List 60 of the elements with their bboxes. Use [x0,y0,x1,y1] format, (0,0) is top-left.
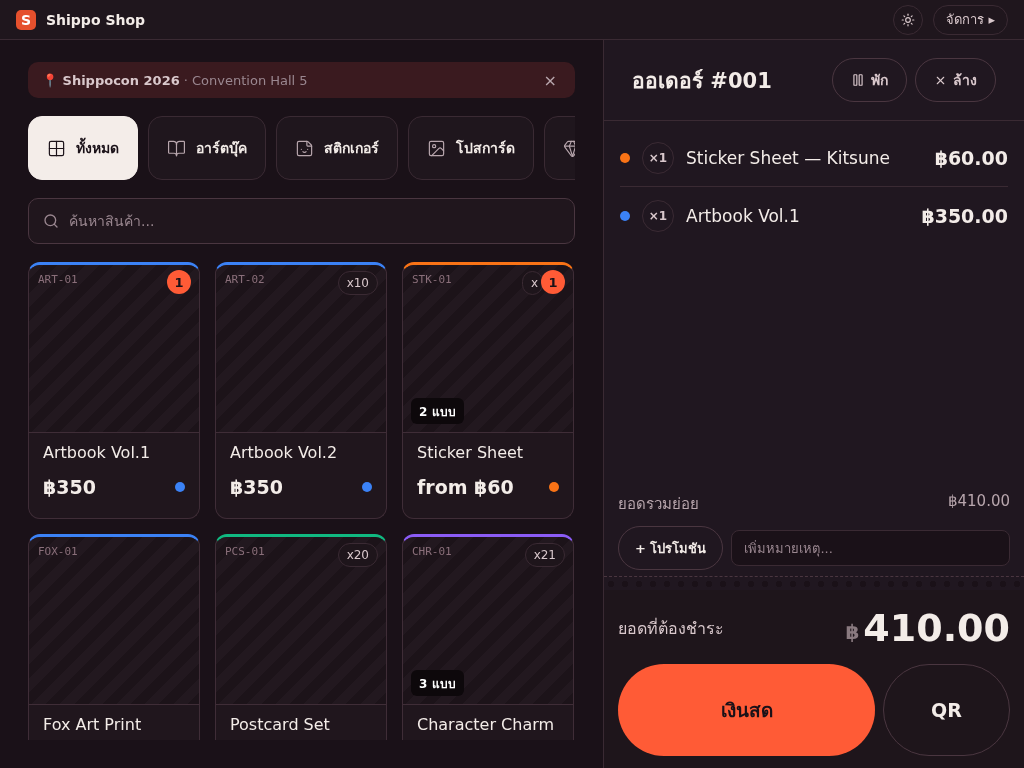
pause-icon [851,73,865,87]
stock-badge: x10 [337,271,378,295]
search-field[interactable]: ค้นหาสินค้า... [28,198,575,244]
product-code: ART-02 [225,273,265,286]
product-card[interactable]: PCS-01 x20 Postcard Set [215,534,387,740]
product-name: Character Charm [417,715,556,734]
search-icon [43,213,59,229]
theme-button[interactable] [893,4,924,35]
product-code: ART-01 [38,273,78,286]
product-code: FOX-01 [38,545,78,558]
category-tab[interactable]: อาร์ตบุ๊ค [148,116,266,180]
product-price: ฿350 [43,476,96,498]
category-tab[interactable]: สติกเกอร์ [276,116,398,180]
product-card[interactable]: ART-02 x10 Artbook Vol.2 ฿350 [215,262,387,519]
stock-badge: x [521,271,543,295]
product-code: CHR-01 [412,545,452,558]
book-icon [167,138,186,158]
subtotal-value: ฿410.00 [947,492,1010,512]
image-icon [427,138,446,158]
cart-count-badge: 1 [541,270,565,294]
product-name: Postcard Set [230,715,331,734]
product-card[interactable]: STK-01 x 1 2 แบบ Sticker Sheet from ฿60 [402,262,574,519]
item-name: Artbook Vol.1 [686,206,801,226]
event-venue: · Convention Hall 5 [183,72,309,88]
product-name: Artbook Vol.2 [230,443,339,462]
total-label: ยอดที่ต้องชำระ [618,617,725,640]
subtotal-label: ยอดรวมย่อย [618,494,699,515]
product-code: STK-01 [412,273,452,286]
note-field[interactable]: เพิ่มหมายเหตุ... [731,530,1010,566]
cash-button[interactable]: เงินสด [618,664,875,756]
order-title: ออเดอร์ #001 [632,67,773,95]
event-name: 📍 Shippocon 2026 [42,72,180,88]
category-tab[interactable]: โปสการ์ด [408,116,534,180]
category-tab[interactable]: ทั้งหมด [28,116,138,180]
product-price: from ฿60 [417,476,514,498]
item-price: ฿350.00 [921,205,1008,227]
grid-icon [47,138,66,158]
product-card[interactable]: CHR-01 x21 3 แบบ Character Charm [402,534,574,740]
currency-symbol: ฿ [845,620,860,644]
product-name: Fox Art Print [43,715,143,734]
logo: S [16,9,36,30]
item-price: ฿60.00 [934,146,1008,169]
sticker-icon [295,138,314,158]
stock-badge: x21 [524,543,565,567]
product-name: Sticker Sheet [417,443,525,462]
close-button[interactable]: × [539,70,561,90]
product-card[interactable]: FOX-01 Fox Art Print [28,534,200,740]
manage-button[interactable]: จัดการ ▸ [933,4,1008,35]
app-title: Shippo Shop [46,11,147,28]
cart-count-badge: 1 [167,270,191,294]
product-price: ฿350 [230,476,283,498]
product-card[interactable]: ART-01 1 Artbook Vol.1 ฿350 [28,262,200,519]
sun-icon [901,12,916,27]
variants-badge: 2 แบบ [411,398,464,424]
product-name: Artbook Vol.1 [43,443,152,462]
product-code: PCS-01 [225,545,265,558]
stock-badge: x20 [337,543,378,567]
variants-badge: 3 แบบ [411,670,464,696]
total-amount: 410.00 [863,606,1010,650]
item-name: Sticker Sheet — Kitsune [686,147,891,168]
